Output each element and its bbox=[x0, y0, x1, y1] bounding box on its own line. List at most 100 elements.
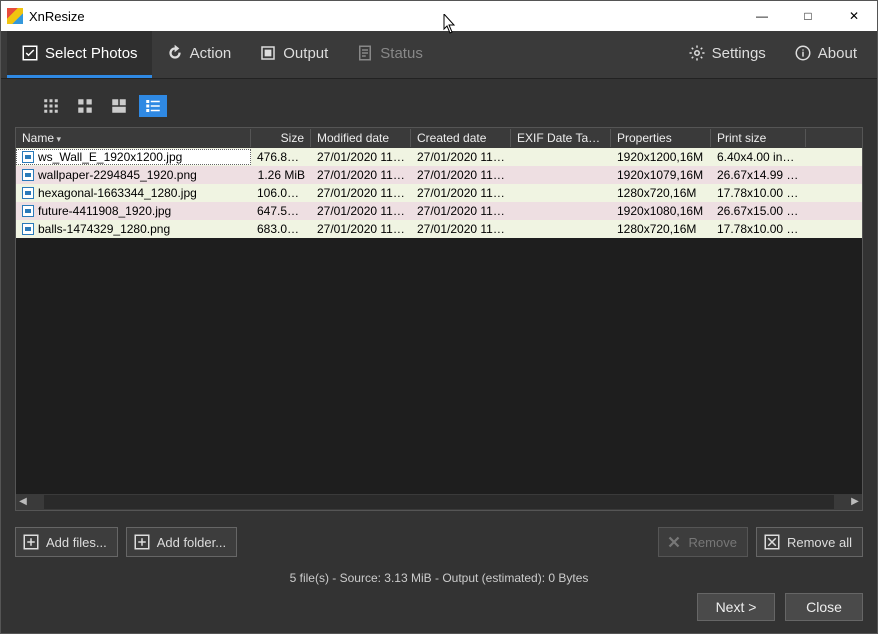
cell-created: 27/01/2020 11:0... bbox=[411, 185, 511, 201]
table-row[interactable]: future-4411908_1920.jpg647.55 KiB27/01/2… bbox=[16, 202, 862, 220]
cell-modified: 27/01/2020 11:0... bbox=[311, 149, 411, 165]
col-exif[interactable]: EXIF Date Taken bbox=[511, 129, 611, 147]
cell-properties: 1280x720,16M bbox=[611, 221, 711, 237]
action-icon bbox=[166, 44, 184, 62]
minimize-button[interactable]: — bbox=[739, 1, 785, 31]
maximize-button[interactable]: □ bbox=[785, 1, 831, 31]
tab-about[interactable]: About bbox=[780, 31, 871, 78]
footer: Next > Close bbox=[1, 593, 877, 633]
tab-settings-label: Settings bbox=[712, 45, 766, 62]
select-photos-icon bbox=[21, 44, 39, 62]
status-line: 5 file(s) - Source: 3.13 MiB - Output (e… bbox=[15, 567, 863, 593]
remove-all-button[interactable]: Remove all bbox=[756, 527, 863, 557]
next-button[interactable]: Next > bbox=[697, 593, 775, 621]
file-icon bbox=[22, 187, 34, 199]
gear-icon bbox=[688, 44, 706, 62]
cell-print: 26.67x14.99 inc... bbox=[711, 167, 806, 183]
close-window-button[interactable]: ✕ bbox=[831, 1, 877, 31]
cell-name: future-4411908_1920.jpg bbox=[16, 203, 251, 219]
scroll-left-arrow[interactable]: ◀ bbox=[16, 495, 30, 509]
cell-properties: 1920x1079,16M bbox=[611, 167, 711, 183]
cell-exif bbox=[511, 156, 611, 158]
remove-all-icon bbox=[763, 533, 781, 551]
cell-exif bbox=[511, 192, 611, 194]
cell-modified: 27/01/2020 11:0... bbox=[311, 185, 411, 201]
cell-size: 1.26 MiB bbox=[251, 167, 311, 183]
app-icon bbox=[7, 8, 23, 24]
cell-modified: 27/01/2020 11:0... bbox=[311, 221, 411, 237]
cell-size: 683.09 KiB bbox=[251, 221, 311, 237]
output-icon bbox=[259, 44, 277, 62]
add-folder-icon bbox=[133, 533, 151, 551]
tab-about-label: About bbox=[818, 45, 857, 62]
file-icon bbox=[22, 151, 34, 163]
scroll-right-arrow[interactable]: ▶ bbox=[848, 495, 862, 509]
titlebar: XnResize — □ ✕ bbox=[1, 1, 877, 31]
remove-label: Remove bbox=[689, 535, 737, 550]
horizontal-scrollbar[interactable]: ◀ ▶ bbox=[16, 494, 862, 510]
cell-properties: 1280x720,16M bbox=[611, 185, 711, 201]
tab-output-label: Output bbox=[283, 45, 328, 62]
view-medium-icons[interactable] bbox=[71, 95, 99, 117]
cell-modified: 27/01/2020 11:0... bbox=[311, 203, 411, 219]
close-button[interactable]: Close bbox=[785, 593, 863, 621]
tab-select-photos[interactable]: Select Photos bbox=[7, 31, 152, 78]
col-properties[interactable]: Properties bbox=[611, 129, 711, 147]
cell-properties: 1920x1080,16M bbox=[611, 203, 711, 219]
scroll-track[interactable] bbox=[44, 495, 834, 509]
cell-size: 476.89 KiB bbox=[251, 149, 311, 165]
cell-print: 17.78x10.00 inc... bbox=[711, 221, 806, 237]
cell-print: 17.78x10.00 inc... bbox=[711, 185, 806, 201]
table-row[interactable]: hexagonal-1663344_1280.jpg106.09 KiB27/0… bbox=[16, 184, 862, 202]
cell-name: hexagonal-1663344_1280.jpg bbox=[16, 185, 251, 201]
remove-icon bbox=[665, 533, 683, 551]
table-header: Name Size Modified date Created date EXI… bbox=[16, 128, 862, 148]
cell-print: 6.40x4.00 inches bbox=[711, 149, 806, 165]
col-size[interactable]: Size bbox=[251, 129, 311, 147]
table-row[interactable]: wallpaper-2294845_1920.png1.26 MiB27/01/… bbox=[16, 166, 862, 184]
table-row[interactable]: balls-1474329_1280.png683.09 KiB27/01/20… bbox=[16, 220, 862, 238]
file-table: Name Size Modified date Created date EXI… bbox=[15, 127, 863, 511]
table-row[interactable]: ws_Wall_E_1920x1200.jpg476.89 KiB27/01/2… bbox=[16, 148, 862, 166]
bottom-button-row: Add files... Add folder... Remove Remove… bbox=[15, 517, 863, 567]
view-mode-toolbar bbox=[15, 89, 863, 127]
col-created[interactable]: Created date bbox=[411, 129, 511, 147]
remove-all-label: Remove all bbox=[787, 535, 852, 550]
cell-print: 26.67x15.00 inc... bbox=[711, 203, 806, 219]
window-title: XnResize bbox=[29, 9, 739, 24]
tab-status[interactable]: Status bbox=[342, 31, 437, 78]
cell-created: 27/01/2020 11:0... bbox=[411, 221, 511, 237]
add-files-button[interactable]: Add files... bbox=[15, 527, 118, 557]
file-icon bbox=[22, 223, 34, 235]
tab-output[interactable]: Output bbox=[245, 31, 342, 78]
cell-modified: 27/01/2020 11:0... bbox=[311, 167, 411, 183]
cell-created: 27/01/2020 11:0... bbox=[411, 167, 511, 183]
tab-action[interactable]: Action bbox=[152, 31, 246, 78]
cell-properties: 1920x1200,16M bbox=[611, 149, 711, 165]
col-modified[interactable]: Modified date bbox=[311, 129, 411, 147]
cell-created: 27/01/2020 11:0... bbox=[411, 149, 511, 165]
col-name[interactable]: Name bbox=[16, 129, 251, 147]
col-print[interactable]: Print size bbox=[711, 129, 806, 147]
file-icon bbox=[22, 169, 34, 181]
cell-name: wallpaper-2294845_1920.png bbox=[16, 167, 251, 183]
tab-action-label: Action bbox=[190, 45, 232, 62]
view-small-icons[interactable] bbox=[37, 95, 65, 117]
status-icon bbox=[356, 44, 374, 62]
add-files-icon bbox=[22, 533, 40, 551]
table-body: ws_Wall_E_1920x1200.jpg476.89 KiB27/01/2… bbox=[16, 148, 862, 494]
cell-created: 27/01/2020 11:0... bbox=[411, 203, 511, 219]
remove-button[interactable]: Remove bbox=[658, 527, 748, 557]
tab-settings[interactable]: Settings bbox=[674, 31, 780, 78]
tab-select-photos-label: Select Photos bbox=[45, 45, 138, 62]
view-list[interactable] bbox=[139, 95, 167, 117]
cell-exif bbox=[511, 228, 611, 230]
cell-size: 647.55 KiB bbox=[251, 203, 311, 219]
add-folder-label: Add folder... bbox=[157, 535, 226, 550]
cell-name: balls-1474329_1280.png bbox=[16, 221, 251, 237]
view-large-icons[interactable] bbox=[105, 95, 133, 117]
cell-size: 106.09 KiB bbox=[251, 185, 311, 201]
file-icon bbox=[22, 205, 34, 217]
add-folder-button[interactable]: Add folder... bbox=[126, 527, 237, 557]
cell-name: ws_Wall_E_1920x1200.jpg bbox=[16, 149, 251, 165]
